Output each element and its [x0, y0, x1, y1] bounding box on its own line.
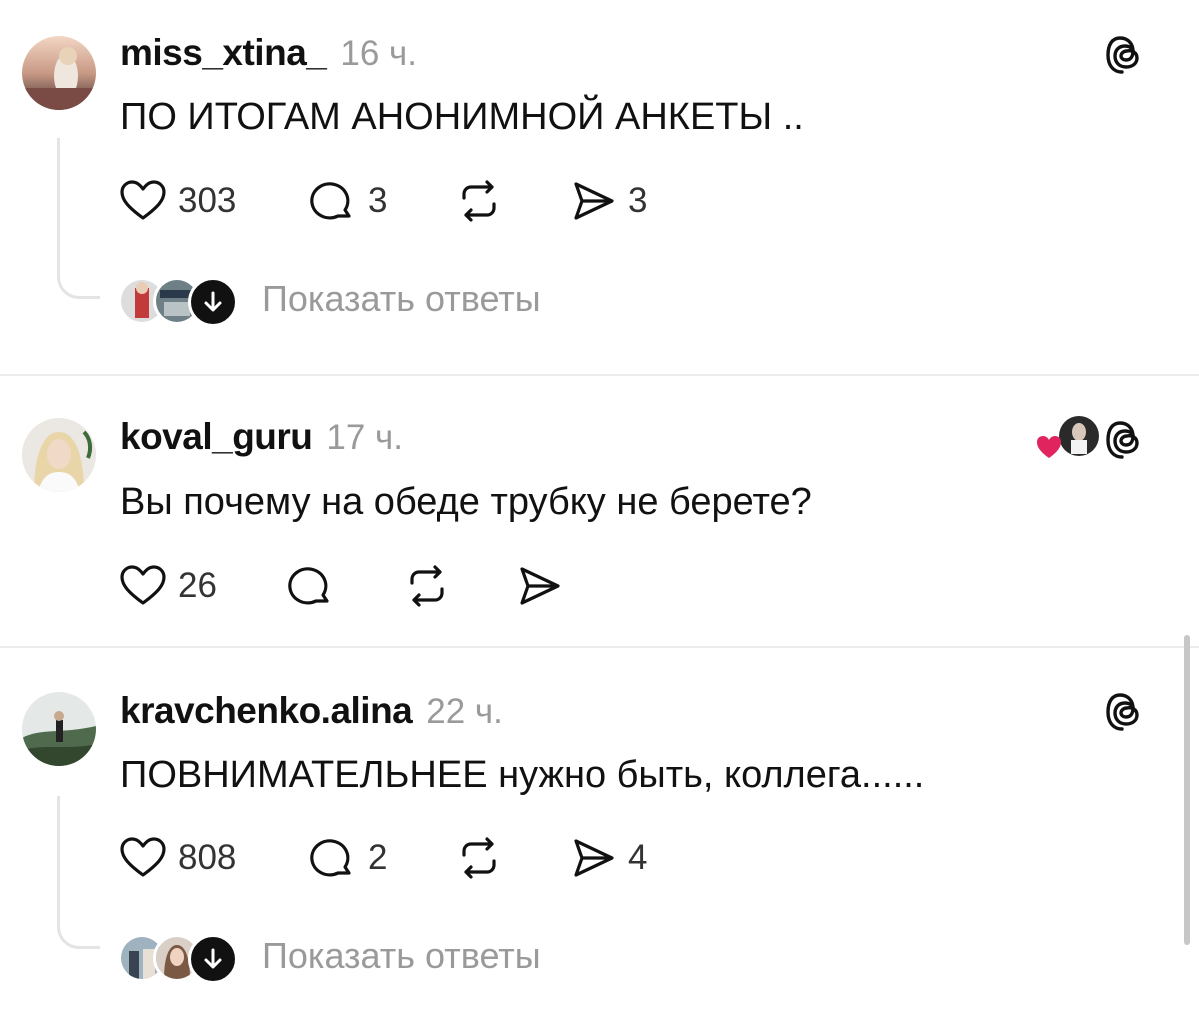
post-text: ПО ИТОГАМ АНОНИМНОЙ АНКЕТЫ ..	[120, 96, 804, 138]
post-text: Вы почему на обеде трубку не берете?	[120, 481, 812, 523]
show-replies-link[interactable]: Показать ответы	[262, 935, 541, 977]
avatar[interactable]	[22, 36, 96, 110]
repost-button[interactable]	[454, 175, 514, 227]
timestamp: 22 ч.	[426, 692, 503, 731]
share-button[interactable]	[514, 560, 574, 612]
heart-icon	[120, 565, 166, 605]
share-button[interactable]: 4	[568, 832, 647, 884]
comment-button[interactable]: 2	[308, 832, 387, 884]
repost-icon	[410, 565, 444, 607]
threads-logo-icon[interactable]	[1103, 690, 1147, 734]
comment-bubble-icon	[310, 182, 351, 220]
repost-icon	[462, 180, 496, 222]
like-count: 26	[178, 566, 217, 605]
send-icon	[574, 839, 614, 877]
timestamp: 16 ч.	[340, 34, 417, 73]
repost-button[interactable]	[454, 832, 514, 884]
post: miss_xtina_ 16 ч. ПО ИТОГАМ АНОНИМНОЙ АН…	[0, 0, 1199, 375]
share-button[interactable]: 3	[568, 175, 647, 227]
thread-line	[57, 796, 100, 949]
post-actions: 26	[118, 560, 578, 612]
arrow-down-icon	[188, 277, 238, 327]
repost-icon	[462, 837, 496, 879]
comment-bubble-icon	[288, 567, 329, 605]
like-button[interactable]: 808	[118, 832, 236, 884]
arrow-down-icon	[188, 934, 238, 984]
comment-button[interactable]: 3	[308, 175, 387, 227]
reply-avatars	[118, 275, 238, 327]
username[interactable]: kravchenko.alina	[120, 690, 413, 732]
like-count: 303	[178, 181, 237, 220]
comment-bubble-icon	[310, 839, 351, 877]
share-count: 4	[628, 838, 648, 877]
post-actions: 808 2 4	[118, 832, 718, 884]
show-replies-link[interactable]: Показать ответы	[262, 278, 541, 320]
post-header: miss_xtina_ 16 ч.	[120, 32, 417, 74]
timestamp: 17 ч.	[326, 418, 404, 457]
like-button[interactable]: 303	[118, 175, 236, 227]
post-header: kravchenko.alina 22 ч.	[120, 690, 503, 732]
post: koval_guru 17 ч. Вы почему на обеде труб…	[0, 376, 1199, 646]
show-replies-row[interactable]: Показать ответы	[118, 931, 541, 984]
post-text: ПОВНИМАТЕЛЬНЕЕ нужно быть, коллега......	[120, 754, 925, 796]
post-actions: 303 3 3	[118, 175, 718, 227]
like-count: 808	[178, 838, 237, 877]
heart-icon	[120, 180, 166, 220]
show-replies-row[interactable]: Показать ответы	[118, 274, 541, 327]
username[interactable]: miss_xtina_	[120, 32, 327, 74]
username[interactable]: koval_guru	[120, 416, 313, 458]
send-icon	[574, 182, 614, 220]
threads-logo-icon[interactable]	[1103, 33, 1147, 77]
thread-line	[57, 138, 100, 299]
threads-logo-icon[interactable]	[1103, 418, 1147, 462]
liked-by-indicator[interactable]	[1035, 414, 1099, 462]
avatar[interactable]	[22, 692, 96, 766]
comment-button[interactable]	[286, 560, 346, 612]
post: kravchenko.alina 22 ч. ПОВНИМАТЕЛЬНЕЕ ну…	[0, 648, 1199, 1028]
avatar[interactable]	[22, 418, 96, 492]
scrollbar[interactable]	[1184, 635, 1190, 945]
send-icon	[520, 567, 560, 605]
comment-count: 3	[368, 181, 388, 220]
heart-icon	[1037, 436, 1061, 458]
like-button[interactable]: 26	[118, 560, 217, 612]
comment-count: 2	[368, 838, 388, 877]
share-count: 3	[628, 181, 648, 220]
heart-icon	[120, 837, 166, 877]
repost-button[interactable]	[402, 560, 462, 612]
post-header: koval_guru 17 ч.	[120, 416, 403, 458]
reply-avatars	[118, 932, 238, 984]
